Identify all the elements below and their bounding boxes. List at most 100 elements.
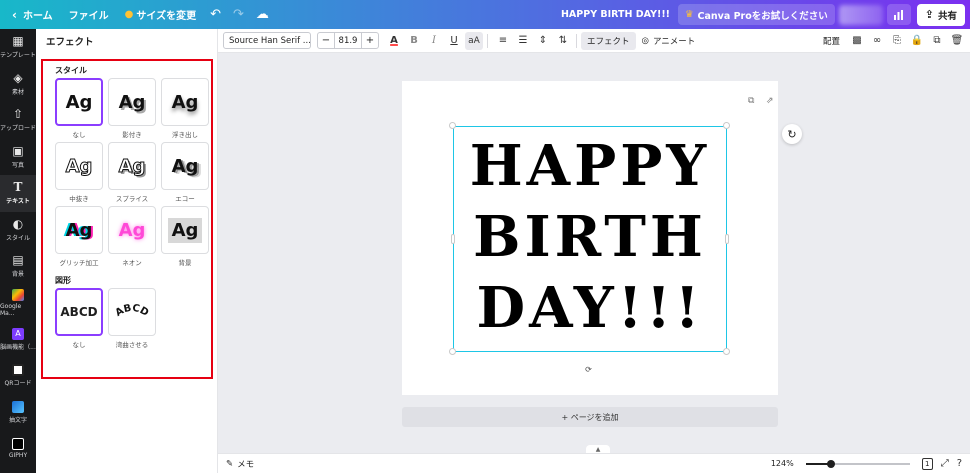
spacing-icon[interactable]: ⇕	[534, 32, 552, 50]
page-indicator[interactable]: 1	[922, 458, 933, 470]
rail-item-app[interactable]: A 脳画機能（...	[0, 321, 36, 358]
undo-icon[interactable]: ↶	[204, 7, 227, 22]
zoom-slider-knob[interactable]	[827, 460, 835, 468]
rail-item-google-maps[interactable]: Google Ma...	[0, 285, 36, 322]
resize-button[interactable]: ● サイズを変更	[117, 0, 204, 29]
bold-icon[interactable]: B	[405, 32, 423, 50]
effects-button[interactable]: エフェクト	[581, 32, 636, 50]
transparency-icon[interactable]: ▩	[848, 32, 866, 50]
resize-handle-left[interactable]	[451, 234, 455, 244]
style-tile[interactable]: Ag	[161, 78, 209, 126]
highlight-box: スタイル Ag なし Ag 影付き Ag 浮き出し Ag 中抜き Ag スプライ…	[41, 59, 213, 379]
upload-icon: ⇪	[925, 8, 934, 21]
style-tile[interactable]: Ag	[108, 78, 156, 126]
style-option-neon[interactable]: Ag ネオン	[108, 206, 156, 270]
resize-handle-br[interactable]	[723, 348, 730, 355]
fullscreen-icon[interactable]: ⤢	[941, 458, 949, 469]
add-page-icon[interactable]: ⇗	[766, 96, 774, 106]
try-pro-label: Canva Proをお試しください	[698, 8, 828, 22]
font-size-decrease[interactable]: −	[318, 33, 334, 48]
style-tile[interactable]: Ag	[55, 142, 103, 190]
rail-item-elements[interactable]: ◈ 素材	[0, 66, 36, 103]
shape-option-curve[interactable]: ABCD 湾曲させる	[108, 288, 156, 352]
shape-tile[interactable]: ABCD	[55, 288, 103, 336]
bar-chart-icon	[893, 10, 904, 20]
lock-icon[interactable]: 🔒	[908, 32, 926, 50]
rail-item-qr-code[interactable]: QRコード	[0, 358, 36, 395]
text-color-icon[interactable]: A	[385, 32, 403, 50]
style-option-none[interactable]: Ag なし	[55, 78, 103, 142]
style-option-shadow[interactable]: Ag 影付き	[108, 78, 156, 142]
resize-label: サイズを変更	[136, 7, 196, 22]
rail-item-background[interactable]: ▤ 背景	[0, 248, 36, 285]
style-option-splice[interactable]: Ag スプライス	[108, 142, 156, 206]
collapse-pages-button[interactable]: ▲	[586, 445, 610, 453]
top-bar: ‹ ホーム ファイル ● サイズを変更 ↶ ↷ ☁ HAPPY BIRTH DA…	[0, 0, 970, 29]
rail-item-templates[interactable]: ▦ テンプレート	[0, 29, 36, 66]
editor-toolbar: Source Han Serif ... − 81.9 + A B I U aA…	[218, 29, 970, 53]
shape-option-none[interactable]: ABCD なし	[55, 288, 103, 352]
resize-handle-right[interactable]	[725, 234, 729, 244]
canvas-area: ⧉ ⇗ HAPPY BIRTH DAY!!! ⟳ ↻ + ページを追加 ▲	[218, 53, 970, 453]
style-option-background[interactable]: Ag 背景	[161, 206, 209, 270]
document-title[interactable]: HAPPY BIRTH DAY!!!	[561, 9, 670, 20]
add-page-button[interactable]: + ページを追加	[402, 407, 778, 427]
align-center-icon[interactable]: ≡	[494, 32, 512, 50]
refresh-button[interactable]: ↻	[782, 124, 802, 144]
rail-item-text[interactable]: T テキスト	[0, 175, 36, 212]
shape-tile[interactable]: ABCD	[108, 288, 156, 336]
zoom-slider[interactable]	[806, 463, 910, 465]
redo-icon[interactable]: ↷	[227, 7, 250, 22]
rail-item-giphy[interactable]: GIPHY	[0, 431, 36, 468]
insights-button[interactable]	[887, 4, 911, 25]
style-tile[interactable]: Ag	[108, 142, 156, 190]
resize-handle-tl[interactable]	[449, 122, 456, 129]
resize-handle-bl[interactable]	[449, 348, 456, 355]
underline-icon[interactable]: U	[445, 32, 463, 50]
style-option-glitch[interactable]: Ag グリッチ加工	[55, 206, 103, 270]
style-tile[interactable]: Ag	[108, 206, 156, 254]
rotate-handle[interactable]: ⟳	[582, 363, 595, 376]
share-button[interactable]: ⇪ 共有	[917, 4, 965, 26]
styles-icon: ◐	[13, 218, 23, 231]
rail-item-photos[interactable]: ▣ 写真	[0, 139, 36, 176]
italic-icon[interactable]: I	[425, 32, 443, 50]
chevron-up-icon: ▲	[596, 446, 601, 453]
text-icon: T	[14, 181, 23, 194]
copy-page-icon[interactable]: ⧉	[748, 96, 754, 106]
avatar[interactable]	[839, 5, 883, 25]
home-button[interactable]: ‹ ホーム	[0, 0, 61, 29]
try-pro-button[interactable]: ♛ Canva Proをお試しください	[678, 4, 835, 25]
share-label: 共有	[938, 8, 957, 22]
resize-handle-tr[interactable]	[723, 122, 730, 129]
font-family-select[interactable]: Source Han Serif ...	[223, 32, 311, 49]
font-size-increase[interactable]: +	[362, 33, 378, 48]
trash-icon[interactable]: 🗑	[948, 32, 966, 50]
rail-item-app-2[interactable]: 抽文字	[0, 394, 36, 431]
style-heading: スタイル	[43, 62, 211, 78]
style-tile[interactable]: Ag	[55, 206, 103, 254]
style-tile[interactable]: Ag	[161, 206, 209, 254]
notes-button[interactable]: ✎ メモ	[226, 458, 254, 470]
style-option-echo[interactable]: Ag エコー	[161, 142, 209, 206]
vertical-text-icon[interactable]: ⇅	[554, 32, 572, 50]
help-icon[interactable]: ?	[957, 458, 962, 469]
panel-title: エフェクト	[36, 29, 217, 53]
style-tile[interactable]: Ag	[161, 142, 209, 190]
copy-style-icon[interactable]: ⎘	[888, 32, 906, 50]
style-option-lift[interactable]: Ag 浮き出し	[161, 78, 209, 142]
zoom-level[interactable]: 124%	[771, 459, 794, 468]
position-button[interactable]: 配置	[817, 32, 846, 50]
file-menu[interactable]: ファイル	[61, 0, 117, 29]
style-tile[interactable]: Ag	[55, 78, 103, 126]
cloud-sync-icon[interactable]: ☁	[250, 7, 275, 22]
bulleted-list-icon[interactable]: ☰	[514, 32, 532, 50]
rail-item-styles[interactable]: ◐ スタイル	[0, 212, 36, 249]
font-size-input[interactable]: 81.9	[334, 33, 362, 48]
link-icon[interactable]: ∞	[868, 32, 886, 50]
letter-case-icon[interactable]: aA	[465, 32, 483, 50]
duplicate-icon[interactable]: ⧉	[928, 32, 946, 50]
animate-button[interactable]: ◎ アニメート	[636, 32, 702, 50]
style-option-hollow[interactable]: Ag 中抜き	[55, 142, 103, 206]
rail-item-uploads[interactable]: ⇧ アップロード	[0, 102, 36, 139]
